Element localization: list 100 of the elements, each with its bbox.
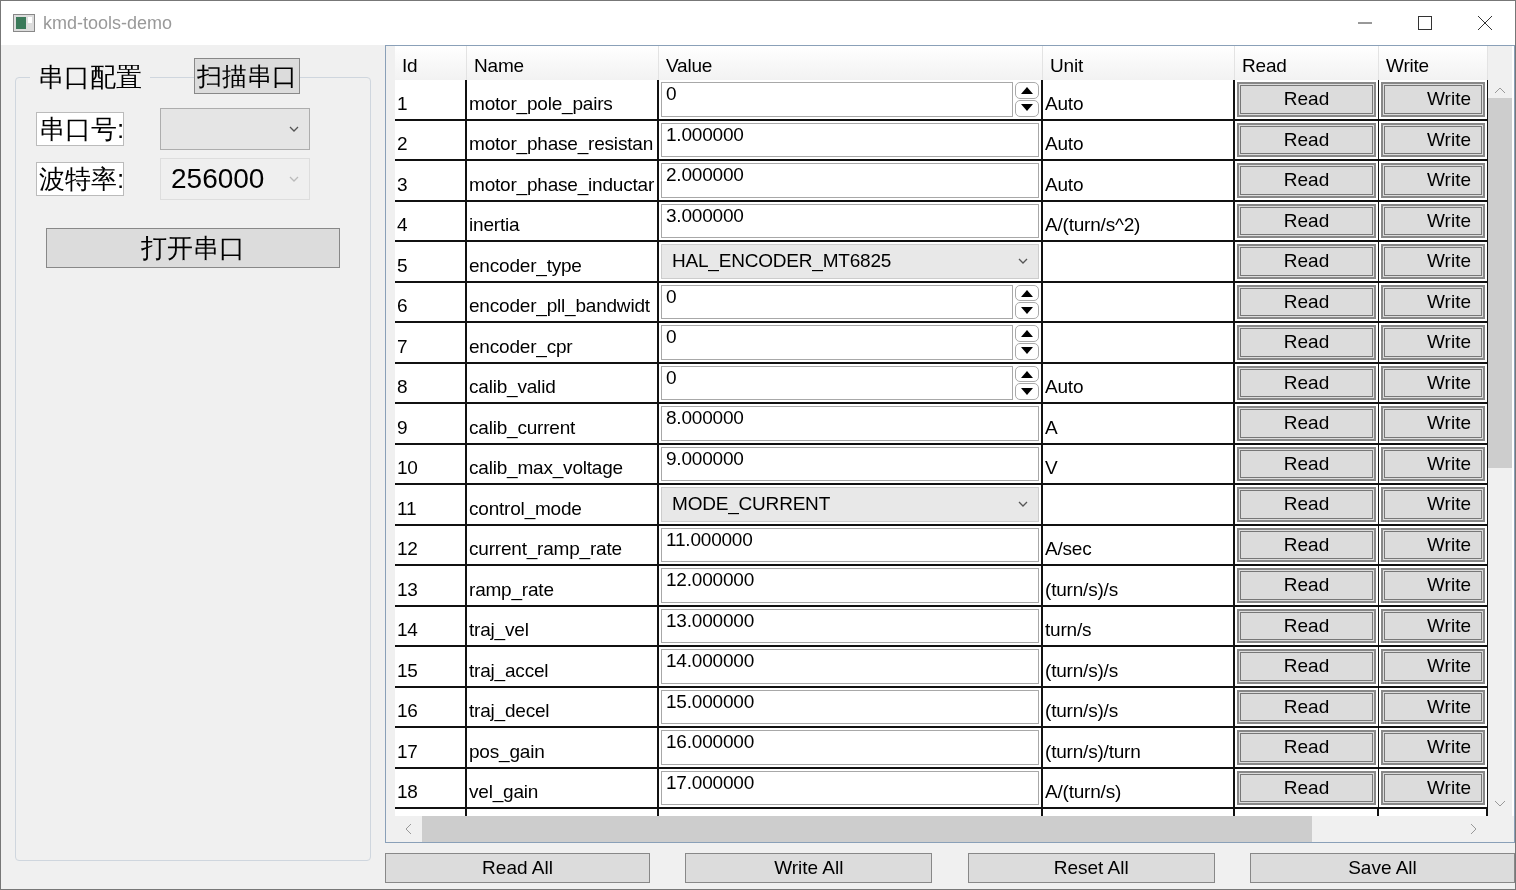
write-button[interactable]: Write xyxy=(1381,527,1485,562)
value-field[interactable]: 2.000000 xyxy=(661,163,1039,198)
value-field[interactable]: 14.000000 xyxy=(661,649,1039,684)
write-button[interactable]: Write xyxy=(1381,689,1485,724)
unit-cell: Auto xyxy=(1043,80,1235,121)
write-button[interactable]: Write xyxy=(1381,608,1485,643)
unit-cell: A/(turn/s) xyxy=(1043,768,1235,809)
name-cell: ramp_rate xyxy=(467,566,659,607)
read-button[interactable]: Read xyxy=(1237,82,1376,117)
read-button[interactable]: Read xyxy=(1237,203,1376,238)
id-cell: 1 xyxy=(395,80,467,121)
write-button[interactable]: Write xyxy=(1381,568,1485,603)
triangle-down-icon xyxy=(1020,387,1034,396)
write-button[interactable]: Write xyxy=(1381,487,1485,522)
value-field[interactable]: 1.000000 xyxy=(661,122,1039,157)
spin-up-button[interactable] xyxy=(1015,365,1039,383)
value-spinbox[interactable]: 0 xyxy=(661,325,1013,360)
action-button[interactable]: Write All xyxy=(685,853,933,883)
unit-cell: (turn/s)/turn xyxy=(1043,728,1235,769)
name-cell: traj_vel xyxy=(467,606,659,647)
read-button[interactable]: Read xyxy=(1237,446,1376,481)
write-button[interactable]: Write xyxy=(1381,406,1485,441)
name-cell: pos_gain xyxy=(467,728,659,769)
open-port-button[interactable]: 打开串口 xyxy=(46,228,340,268)
write-button[interactable]: Write xyxy=(1381,244,1485,279)
value-dropdown[interactable]: HAL_ENCODER_MT6825 xyxy=(661,244,1039,279)
write-button[interactable]: Write xyxy=(1381,163,1485,198)
scan-ports-button[interactable]: 扫描串口 xyxy=(194,58,300,94)
write-button[interactable]: Write xyxy=(1381,203,1485,238)
id-cell: 2 xyxy=(395,120,467,161)
name-cell: current_ramp_rate xyxy=(467,525,659,566)
value-spinbox[interactable]: 0 xyxy=(661,365,1013,400)
write-button[interactable]: Write xyxy=(1381,82,1485,117)
write-button[interactable]: Write xyxy=(1381,649,1485,684)
value-field[interactable]: 17.000000 xyxy=(661,770,1039,805)
name-cell: calib_current xyxy=(467,404,659,445)
id-cell: 9 xyxy=(395,404,467,445)
write-button[interactable]: Write xyxy=(1381,365,1485,400)
name-cell: encoder_pll_bandwidt xyxy=(467,282,659,323)
read-button[interactable]: Read xyxy=(1237,527,1376,562)
spin-down-button[interactable] xyxy=(1015,342,1039,360)
write-button[interactable]: Write xyxy=(1381,446,1485,481)
read-button[interactable]: Read xyxy=(1237,608,1376,643)
column-header: Unit xyxy=(1043,46,1235,80)
value-field[interactable]: 11.000000 xyxy=(661,527,1039,562)
read-button[interactable]: Read xyxy=(1237,568,1376,603)
spin-up-button[interactable] xyxy=(1015,284,1039,302)
name-cell: motor_phase_inductar xyxy=(467,161,659,202)
id-cell: 13 xyxy=(395,566,467,607)
maximize-icon[interactable] xyxy=(1417,15,1433,31)
spin-down-button[interactable] xyxy=(1015,302,1039,319)
value-field[interactable]: 8.000000 xyxy=(661,406,1039,441)
id-cell: 14 xyxy=(395,606,467,647)
spin-up-button[interactable] xyxy=(1015,325,1039,342)
name-cell: control_mode xyxy=(467,485,659,526)
unit-cell: Auto xyxy=(1043,363,1235,404)
value-field[interactable]: 13.000000 xyxy=(661,608,1039,643)
name-cell: motor_pole_pairs xyxy=(467,80,659,121)
write-button[interactable]: Write xyxy=(1381,122,1485,157)
read-button[interactable]: Read xyxy=(1237,487,1376,522)
value-field[interactable]: 9.000000 xyxy=(661,446,1039,481)
action-button[interactable]: Read All xyxy=(385,853,650,883)
write-button[interactable]: Write xyxy=(1381,770,1485,805)
write-button[interactable]: Write xyxy=(1381,730,1485,765)
read-button[interactable]: Read xyxy=(1237,365,1376,400)
value-field[interactable]: 3.000000 xyxy=(661,203,1039,238)
read-button[interactable]: Read xyxy=(1237,649,1376,684)
value-field[interactable]: 15.000000 xyxy=(661,689,1039,724)
unit-cell: A xyxy=(1043,404,1235,445)
value-spinbox[interactable]: 0 xyxy=(661,284,1013,319)
spin-down-button[interactable] xyxy=(1015,99,1039,117)
read-button[interactable]: Read xyxy=(1237,730,1376,765)
spin-up-button[interactable] xyxy=(1015,82,1039,99)
unit-cell: A/sec xyxy=(1043,525,1235,566)
column-header: Value xyxy=(659,46,1043,80)
value-field[interactable]: 12.000000 xyxy=(661,568,1039,603)
value-dropdown[interactable]: MODE_CURRENT xyxy=(661,487,1039,522)
write-button[interactable]: Write xyxy=(1381,325,1485,360)
name-cell: encoder_cpr xyxy=(467,323,659,364)
action-button[interactable]: Save All xyxy=(1250,853,1515,883)
triangle-up-icon xyxy=(1020,288,1034,297)
id-cell: 12 xyxy=(395,525,467,566)
spin-down-button[interactable] xyxy=(1015,383,1039,400)
value-field[interactable]: 16.000000 xyxy=(661,730,1039,765)
read-button[interactable]: Read xyxy=(1237,284,1376,319)
read-button[interactable]: Read xyxy=(1237,163,1376,198)
read-button[interactable]: Read xyxy=(1237,325,1376,360)
triangle-down-icon xyxy=(1020,104,1034,113)
read-button[interactable]: Read xyxy=(1237,770,1376,805)
read-button[interactable]: Read xyxy=(1237,122,1376,157)
unit-cell: (turn/s)/s xyxy=(1043,687,1235,728)
baud-dropdown[interactable]: 256000 xyxy=(160,158,310,200)
close-icon[interactable] xyxy=(1477,15,1493,31)
action-button[interactable]: Reset All xyxy=(967,853,1215,883)
write-button[interactable]: Write xyxy=(1381,284,1485,319)
column-header: Id xyxy=(395,46,467,80)
read-button[interactable]: Read xyxy=(1237,406,1376,441)
read-button[interactable]: Read xyxy=(1237,244,1376,279)
read-button[interactable]: Read xyxy=(1237,689,1376,724)
value-spinbox[interactable]: 0 xyxy=(661,82,1013,117)
